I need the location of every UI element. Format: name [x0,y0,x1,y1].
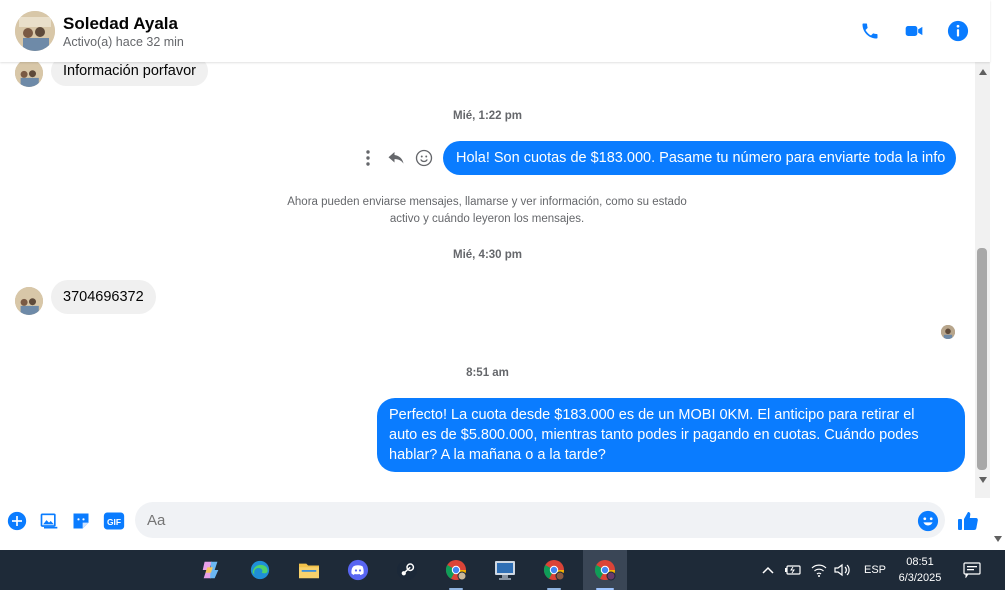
contact-status: Activo(a) hace 32 min [63,35,184,49]
remote-desktop-icon[interactable] [485,550,525,590]
incoming-message[interactable]: Información porfavor [51,62,208,86]
privacy-notice-line: activo y cuándo leyeron los mensajes. [389,213,585,225]
taskbar-clock[interactable]: 08:51 6/3/2025 [890,554,950,586]
message-thread: Información porfavor Mié, 1:22 pm Hola! … [0,62,975,498]
more-options-icon[interactable] [358,148,378,168]
contact-avatar-small [15,62,43,87]
seen-indicator-avatar [941,325,955,339]
gif-icon-label: GIF [107,517,121,527]
privacy-notice-line: Ahora pueden enviarse mensajes, llamarse… [287,196,687,208]
timestamp: Mié, 1:22 pm [452,110,523,122]
clock-time: 08:51 [906,556,934,568]
message-line: Perfecto! La cuota desde $183.000 es de … [389,407,915,423]
incoming-message[interactable]: 3704696372 [51,280,156,314]
volume-icon[interactable] [832,563,854,577]
file-explorer-icon[interactable] [289,550,329,590]
scrollbar-thumb[interactable] [977,248,987,470]
like-thumbs-up-icon[interactable] [956,509,980,533]
messenger-window: Soledad Ayala Activo(a) hace 32 min Info… [0,0,1005,590]
battery-icon[interactable] [782,564,804,576]
audio-call-icon[interactable] [858,19,882,43]
chrome-profile-3-icon[interactable] [583,550,627,590]
system-tray: ESP [760,550,886,590]
sticker-icon[interactable] [70,510,92,532]
timestamp: Mié, 4:30 pm [452,249,523,261]
windows-taskbar: ESP 08:51 6/3/2025 [0,550,1005,590]
page-scroll-down-icon[interactable] [994,536,1002,542]
outgoing-message[interactable]: Hola! Son cuotas de $183.000. Pasame tu … [443,141,957,175]
chrome-profile-2-icon[interactable] [534,550,574,590]
more-actions-plus-icon[interactable] [6,510,28,532]
input-language[interactable]: ESP [864,564,886,576]
message-composer: GIF [0,498,990,548]
clock-date: 6/3/2025 [898,572,942,584]
edge-browser-icon[interactable] [240,550,280,590]
steam-icon[interactable] [387,550,427,590]
wifi-icon[interactable] [808,563,830,577]
conversation-header: Soledad Ayala Activo(a) hace 32 min [0,0,990,62]
notifications-icon[interactable] [962,550,982,590]
outgoing-message[interactable]: Perfecto! La cuota desde $183.000 es de … [377,398,965,472]
timestamp: 8:51 am [466,367,509,379]
scroll-down-arrow-icon[interactable] [975,474,990,486]
message-actions [358,148,434,168]
emoji-icon[interactable] [917,510,939,532]
thread-scrollbar[interactable] [975,62,990,548]
show-hidden-icons-chevron-icon[interactable] [760,566,776,574]
reply-icon[interactable] [386,148,406,168]
message-line: hablar? A la mañana o a la tarde? [389,447,606,463]
react-emoji-icon[interactable] [414,148,434,168]
message-line: auto es de $5.800.000, mientras tanto po… [389,427,919,443]
video-call-icon[interactable] [902,19,926,43]
chrome-profile-1-icon[interactable] [436,550,476,590]
attach-image-icon[interactable] [38,510,60,532]
page-scrollbar[interactable] [990,0,1005,548]
copilot-icon[interactable] [191,550,231,590]
privacy-notice: Ahora pueden enviarse mensajes, llamarse… [262,194,712,228]
message-input[interactable] [135,502,945,538]
contact-name[interactable]: Soledad Ayala [63,14,178,34]
discord-icon[interactable] [338,550,378,590]
conversation-info-icon[interactable] [946,19,970,43]
contact-avatar-small [15,287,43,315]
contact-avatar[interactable] [15,11,55,51]
gif-icon[interactable]: GIF [102,510,126,532]
scroll-up-arrow-icon[interactable] [975,66,990,78]
